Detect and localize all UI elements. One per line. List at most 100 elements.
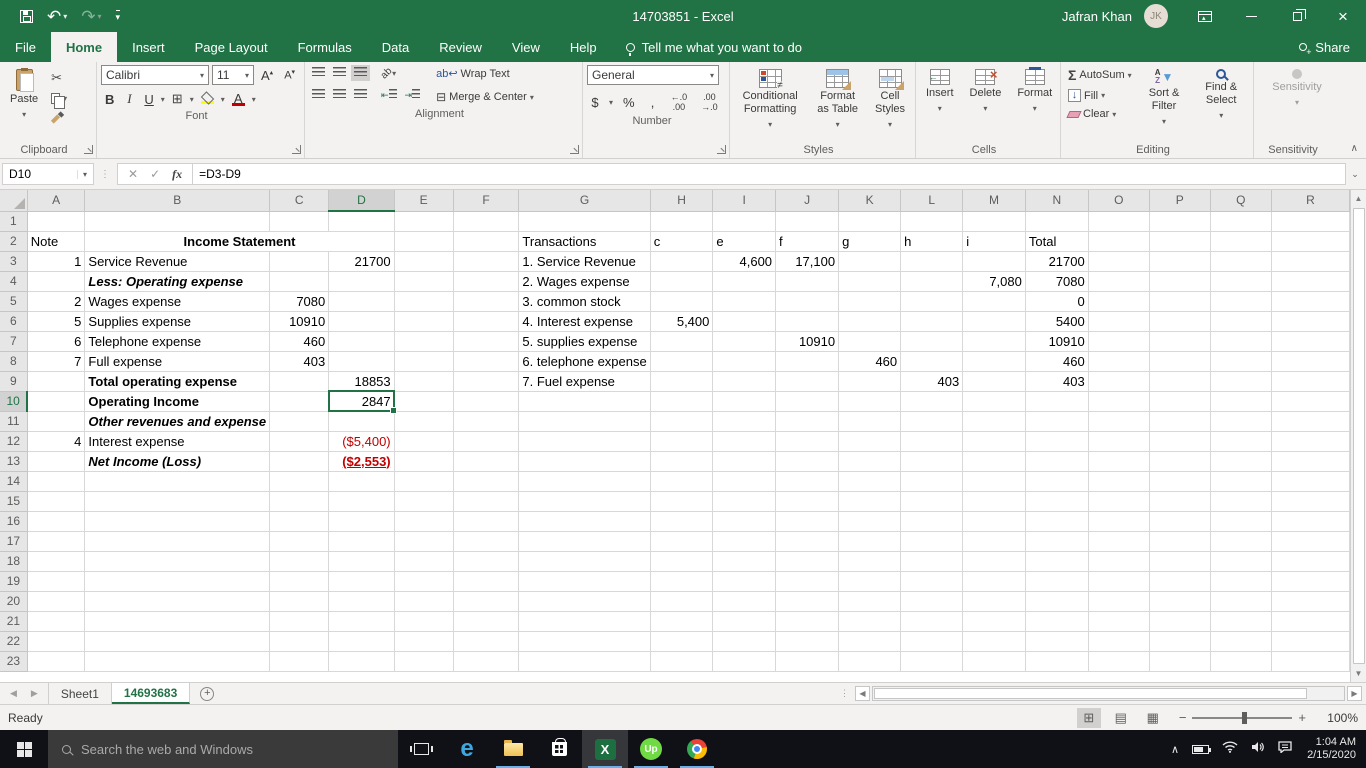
row-header-21[interactable]: 21 — [0, 611, 27, 631]
cell-A9[interactable] — [27, 371, 85, 391]
tab-review[interactable]: Review — [424, 32, 497, 62]
cell-R3[interactable] — [1271, 251, 1349, 271]
cell-F5[interactable] — [453, 291, 519, 311]
cell-O8[interactable] — [1088, 351, 1149, 371]
zoom-out-button[interactable]: − — [1179, 710, 1187, 725]
name-box[interactable]: D10 ▾ — [2, 163, 94, 185]
cell-A4[interactable] — [27, 271, 85, 291]
cell-K5[interactable] — [839, 291, 901, 311]
column-header-O[interactable]: O — [1088, 190, 1149, 211]
vertical-scroll-thumb[interactable] — [1353, 208, 1365, 664]
new-sheet-button[interactable]: + — [190, 683, 224, 704]
cell-L3[interactable] — [901, 251, 963, 271]
collapse-ribbon-button[interactable]: ∧ — [1351, 143, 1358, 154]
cell-N1[interactable] — [1025, 211, 1088, 231]
cell-O4[interactable] — [1088, 271, 1149, 291]
cell-F23[interactable] — [453, 651, 519, 671]
cell-L12[interactable] — [901, 431, 963, 451]
cell-L5[interactable] — [901, 291, 963, 311]
cell-J12[interactable] — [776, 431, 839, 451]
cell-M16[interactable] — [963, 511, 1026, 531]
cell-K2[interactable]: g — [839, 231, 901, 251]
cell-B15[interactable] — [85, 491, 270, 511]
font-size-select[interactable]: 11▾ — [212, 65, 254, 85]
cell-B2[interactable]: Income Statement — [85, 231, 394, 251]
cell-B4[interactable]: Less: Operating expense — [85, 271, 270, 291]
comma-style-button[interactable]: , — [645, 94, 661, 111]
cell-R14[interactable] — [1271, 471, 1349, 491]
taskbar-search-input[interactable]: Search the web and Windows — [48, 730, 398, 768]
cell-R23[interactable] — [1271, 651, 1349, 671]
cell-P5[interactable] — [1149, 291, 1210, 311]
cell-P17[interactable] — [1149, 531, 1210, 551]
cell-F21[interactable] — [453, 611, 519, 631]
cell-K16[interactable] — [839, 511, 901, 531]
scroll-right-button[interactable]: ▶ — [1347, 686, 1362, 701]
cell-D11[interactable] — [329, 411, 394, 431]
increase-font-button[interactable]: A▴ — [257, 67, 277, 84]
cell-D17[interactable] — [329, 531, 394, 551]
cell-D20[interactable] — [329, 591, 394, 611]
cell-K7[interactable] — [839, 331, 901, 351]
column-header-L[interactable]: L — [901, 190, 963, 211]
orientation-button[interactable]: ab▾ — [378, 65, 399, 81]
cell-P1[interactable] — [1149, 211, 1210, 231]
scroll-left-button[interactable]: ◀ — [855, 686, 870, 701]
cell-J9[interactable] — [776, 371, 839, 391]
cell-N18[interactable] — [1025, 551, 1088, 571]
cell-G9[interactable]: 7. Fuel expense — [519, 371, 650, 391]
cell-B7[interactable]: Telephone expense — [85, 331, 270, 351]
cell-J3[interactable]: 17,100 — [776, 251, 839, 271]
cell-A8[interactable]: 7 — [27, 351, 85, 371]
undo-button[interactable]: ↶▾ — [47, 8, 67, 25]
cell-J22[interactable] — [776, 631, 839, 651]
cell-J5[interactable] — [776, 291, 839, 311]
cell-I23[interactable] — [713, 651, 776, 671]
increase-indent-button[interactable]: ⇥ — [402, 87, 424, 103]
cell-I1[interactable] — [713, 211, 776, 231]
cell-F6[interactable] — [453, 311, 519, 331]
cell-A13[interactable] — [27, 451, 85, 471]
cell-P4[interactable] — [1149, 271, 1210, 291]
cell-L17[interactable] — [901, 531, 963, 551]
cell-C23[interactable] — [270, 651, 329, 671]
cell-O14[interactable] — [1088, 471, 1149, 491]
store-taskbar-button[interactable] — [536, 730, 582, 768]
cell-H21[interactable] — [650, 611, 713, 631]
cell-E13[interactable] — [394, 451, 453, 471]
cell-J10[interactable] — [776, 391, 839, 411]
cell-I14[interactable] — [713, 471, 776, 491]
cell-B23[interactable] — [85, 651, 270, 671]
row-header-20[interactable]: 20 — [0, 591, 27, 611]
cell-D1[interactable] — [329, 211, 394, 231]
cell-M1[interactable] — [963, 211, 1026, 231]
cell-N20[interactable] — [1025, 591, 1088, 611]
cell-K12[interactable] — [839, 431, 901, 451]
cell-N7[interactable]: 10910 — [1025, 331, 1088, 351]
decrease-decimal-button[interactable]: .00→.0 — [697, 91, 722, 113]
cell-B9[interactable]: Total operating expense — [85, 371, 270, 391]
copy-button[interactable]: ▾ — [48, 91, 70, 106]
tray-expand-icon[interactable]: ∧ — [1171, 743, 1179, 756]
number-dialog-launcher[interactable] — [717, 145, 726, 154]
upwork-taskbar-button[interactable]: Up — [628, 730, 674, 768]
cell-C13[interactable] — [270, 451, 329, 471]
cell-E17[interactable] — [394, 531, 453, 551]
column-header-D[interactable]: D — [329, 190, 394, 211]
cell-I6[interactable] — [713, 311, 776, 331]
cell-B6[interactable]: Supplies expense — [85, 311, 270, 331]
cell-M10[interactable] — [963, 391, 1026, 411]
cell-K10[interactable] — [839, 391, 901, 411]
cell-A12[interactable]: 4 — [27, 431, 85, 451]
cell-H4[interactable] — [650, 271, 713, 291]
formula-input[interactable]: =D3-D9 — [193, 163, 1346, 185]
cell-R9[interactable] — [1271, 371, 1349, 391]
row-header-11[interactable]: 11 — [0, 411, 27, 431]
row-header-22[interactable]: 22 — [0, 631, 27, 651]
cell-R15[interactable] — [1271, 491, 1349, 511]
cell-G18[interactable] — [519, 551, 650, 571]
cell-G23[interactable] — [519, 651, 650, 671]
cell-O2[interactable] — [1088, 231, 1149, 251]
cell-J18[interactable] — [776, 551, 839, 571]
cell-N10[interactable] — [1025, 391, 1088, 411]
